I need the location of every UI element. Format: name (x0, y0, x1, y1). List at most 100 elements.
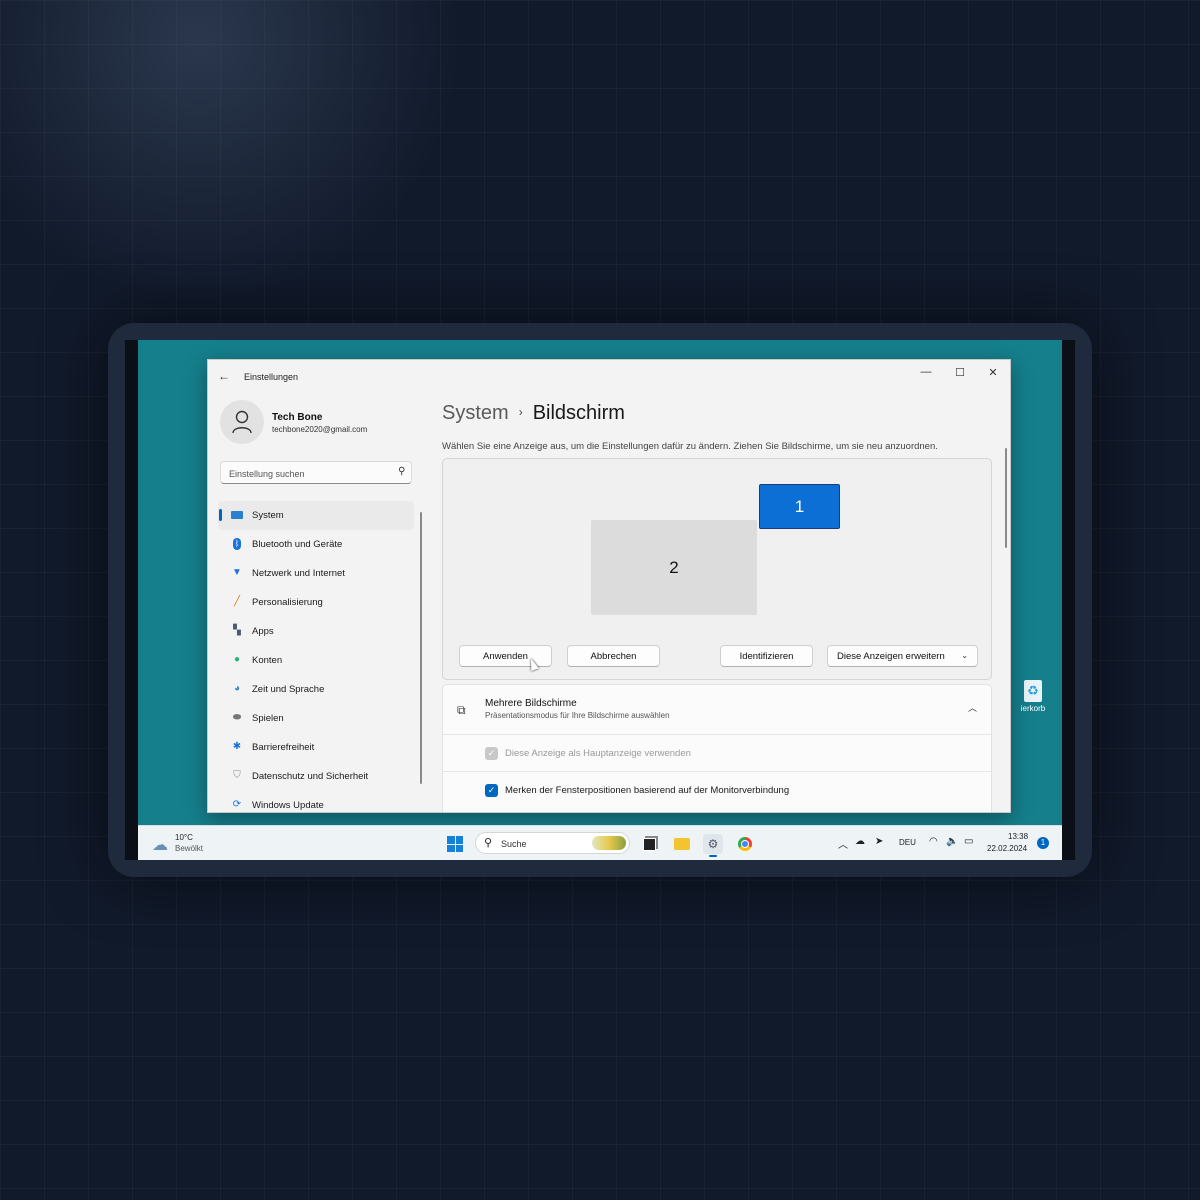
arrange-description: Wählen Sie eine Anzeige aus, um die Eins… (442, 441, 938, 452)
sidebar-item-accounts[interactable]: ● Konten (218, 646, 414, 675)
option-row-remember-windows: ✓ Merken der Fensterpositionen basierend… (443, 771, 991, 808)
minimize-button[interactable]: — (911, 366, 941, 378)
weather-temperature[interactable]: 10°C (175, 833, 193, 842)
sidebar-item-label: Zeit und Sprache (252, 684, 325, 695)
option-label: Diese Anzeige als Hauptanzeige verwenden (505, 748, 691, 759)
recycle-bin-shortcut[interactable]: ♻ ierkorb (1008, 680, 1058, 713)
display-mode-value: Diese Anzeigen erweitern (837, 650, 945, 662)
sidebar-item-personalization[interactable]: ╱ Personalisierung (218, 588, 414, 617)
checkbox-main-display[interactable]: ✓ (485, 747, 498, 760)
cancel-button[interactable]: Abbrechen (567, 645, 660, 667)
sidebar-item-label: Personalisierung (252, 597, 323, 608)
desktop: ♻ ierkorb ← Einstellungen — ☐ ✕ Tech Bon… (138, 340, 1062, 860)
sidebar-item-label: Windows Update (252, 800, 324, 811)
sidebar-item-time-language[interactable]: ◕ Zeit und Sprache (218, 675, 414, 704)
window-title: Einstellungen (244, 372, 299, 382)
task-view-icon[interactable] (639, 834, 659, 854)
display-arrangement-panel: 1 2 Anwenden Abbrechen Identifizieren Di… (442, 458, 992, 680)
profile-email: techbone2020@gmail.com (272, 425, 368, 434)
breadcrumb: System › Bildschirm (442, 402, 625, 425)
language-indicator[interactable]: DEU (899, 838, 916, 847)
multiple-displays-icon: ⧉ (457, 703, 466, 717)
display-mode-dropdown[interactable]: Diese Anzeigen erweitern ⌄ (827, 645, 978, 667)
sidebar-item-network[interactable]: ▼ Netzwerk und Internet (218, 559, 414, 588)
onedrive-icon[interactable]: ☁ (855, 836, 865, 847)
section-title: Mehrere Bildschirme (485, 698, 577, 709)
recycle-bin-label: ierkorb (1020, 704, 1046, 713)
identify-button[interactable]: Identifizieren (720, 645, 813, 667)
settings-app-icon[interactable]: ⚙ (703, 834, 723, 857)
sidebar-item-system[interactable]: System (218, 501, 414, 530)
chevron-down-icon: ⌄ (961, 651, 968, 660)
monitor-1[interactable]: 1 (759, 484, 840, 529)
back-arrow-icon[interactable]: ← (218, 369, 230, 383)
apps-icon: ▚ (233, 625, 241, 636)
settings-window: ← Einstellungen — ☐ ✕ Tech Bone techbone… (207, 359, 1011, 813)
sidebar-item-accessibility[interactable]: ✱ Barrierefreiheit (218, 733, 414, 762)
weather-description[interactable]: Bewölkt (175, 844, 203, 853)
breadcrumb-parent[interactable]: System (442, 402, 509, 424)
option-label: Merken der Fensterpositionen basierend a… (505, 785, 790, 796)
maximize-button[interactable]: ☐ (945, 366, 975, 379)
option-row-main-display: ✓ Diese Anzeige als Hauptanzeige verwend… (443, 734, 991, 771)
sidebar-item-label: Netzwerk und Internet (252, 568, 345, 579)
profile-name: Tech Bone (272, 412, 323, 423)
cloud-icon[interactable]: ☁ (152, 835, 168, 855)
sidebar-item-bluetooth[interactable]: ᛒ Bluetooth und Geräte (218, 530, 414, 559)
wifi-icon[interactable]: ◠ (929, 836, 938, 847)
active-app-indicator (709, 855, 717, 857)
windows-start-icon[interactable] (447, 836, 463, 852)
clock-time[interactable]: 13:38 (1008, 832, 1028, 841)
breadcrumb-separator-icon: › (518, 405, 523, 419)
sidebar-item-label: System (252, 510, 284, 521)
title-bar: ← Einstellungen — ☐ ✕ (208, 360, 1010, 392)
taskbar-search-placeholder: Suche (501, 839, 527, 849)
sidebar-item-label: Konten (252, 655, 283, 666)
sidebar-item-privacy[interactable]: ⛉ Datenschutz und Sicherheit (218, 762, 414, 791)
chevron-up-icon[interactable]: ︿ (838, 836, 848, 851)
globe-icon: ◕ (233, 683, 241, 694)
active-indicator (219, 509, 222, 521)
volume-icon[interactable]: 🔈 (946, 836, 958, 847)
sidebar-item-label: Bluetooth und Geräte (252, 539, 343, 550)
gamepad-icon: ⬬ (232, 712, 242, 723)
apply-button[interactable]: Anwenden (459, 645, 552, 667)
screen: ♻ ierkorb ← Einstellungen — ☐ ✕ Tech Bon… (125, 340, 1075, 860)
file-explorer-icon[interactable] (672, 834, 692, 854)
screen-bezel-left (125, 340, 138, 860)
update-icon: ⟳ (232, 799, 242, 810)
person-icon (232, 410, 252, 434)
sidebar-nav: System ᛒ Bluetooth und Geräte ▼ Netzwerk… (218, 501, 414, 812)
account-icon: ● (233, 654, 241, 665)
chevron-up-icon[interactable]: ︿ (968, 701, 977, 714)
checkbox-remember-windows[interactable]: ✓ (485, 784, 498, 797)
avatar[interactable] (220, 400, 264, 444)
settings-search-input[interactable]: Einstellung suchen ⚲ (220, 461, 412, 484)
taskbar-search-box[interactable]: ⚲ Suche (475, 832, 630, 854)
search-icon: ⚲ (397, 466, 405, 477)
search-highlight-image (592, 836, 626, 850)
notification-badge[interactable]: 1 (1037, 837, 1049, 849)
page-title: Bildschirm (532, 402, 625, 424)
screen-bezel-right (1062, 340, 1075, 860)
monitor-2[interactable]: 2 (591, 520, 757, 615)
location-icon[interactable]: ➤ (875, 836, 883, 847)
sidebar-item-windows-update[interactable]: ⟳ Windows Update (218, 791, 414, 812)
sidebar-item-apps[interactable]: ▚ Apps (218, 617, 414, 646)
multiple-displays-section: ⧉ Mehrere Bildschirme Präsentationsmodus… (442, 684, 992, 812)
clock-date[interactable]: 22.02.2024 (987, 844, 1027, 853)
sidebar-scrollbar[interactable] (420, 512, 422, 784)
accessibility-icon: ✱ (232, 741, 242, 752)
sidebar-item-label: Barrierefreiheit (252, 742, 315, 753)
section-subtitle: Präsentationsmodus für Ihre Bildschirme … (485, 711, 670, 720)
chrome-icon[interactable] (735, 834, 755, 854)
sidebar-item-label: Spielen (252, 713, 284, 724)
search-icon: ⚲ (484, 837, 493, 849)
sidebar-item-gaming[interactable]: ⬬ Spielen (218, 704, 414, 733)
battery-icon[interactable]: ▭ (964, 836, 973, 847)
network-icon: ▼ (232, 567, 242, 578)
bluetooth-icon: ᛒ (233, 538, 241, 550)
close-button[interactable]: ✕ (978, 366, 1008, 379)
main-scrollbar[interactable] (1005, 448, 1007, 548)
taskbar: ☁ 10°C Bewölkt ⚲ Suche ⚙ ︿ ☁ ➤ DEU ◠ 🔈 ▭… (138, 825, 1062, 860)
